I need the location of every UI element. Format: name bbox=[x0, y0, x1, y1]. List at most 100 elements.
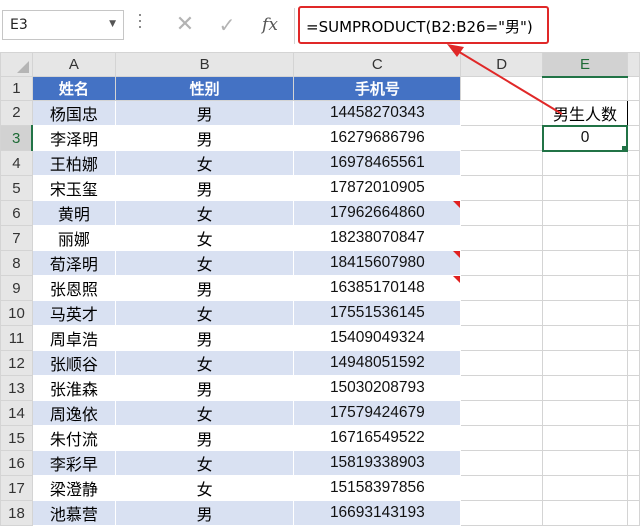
cell-d[interactable] bbox=[460, 500, 544, 526]
header-cell-phone[interactable]: 手机号 bbox=[293, 76, 462, 101]
cell-phone[interactable]: 15409049324 bbox=[293, 325, 462, 351]
summary-value-cell[interactable]: 0 bbox=[541, 124, 629, 152]
cell-overflow[interactable] bbox=[626, 76, 640, 101]
cell-d[interactable] bbox=[460, 150, 544, 176]
cell-name[interactable]: 朱付流 bbox=[31, 425, 116, 451]
cell-d[interactable] bbox=[460, 200, 544, 226]
cell-name[interactable]: 杨国忠 bbox=[31, 99, 116, 126]
column-header-a[interactable]: A bbox=[31, 52, 116, 77]
cell-name[interactable]: 荀泽明 bbox=[31, 250, 116, 276]
cell-gender[interactable]: 女 bbox=[114, 475, 295, 501]
cell-e[interactable] bbox=[542, 76, 628, 101]
cell-gender[interactable]: 女 bbox=[114, 250, 295, 276]
row-header-12[interactable]: 12 bbox=[0, 350, 33, 376]
cell-e[interactable] bbox=[542, 175, 628, 201]
comment-indicator-icon[interactable] bbox=[453, 251, 460, 258]
cell-name[interactable]: 池慕营 bbox=[31, 500, 116, 526]
cell-d[interactable] bbox=[460, 350, 544, 376]
cell-d[interactable] bbox=[460, 76, 544, 101]
row-header-17[interactable]: 17 bbox=[0, 475, 33, 501]
cell-d[interactable] bbox=[460, 400, 544, 426]
cell-overflow[interactable] bbox=[626, 125, 640, 151]
column-header-e[interactable]: E bbox=[542, 52, 628, 78]
cell-overflow[interactable] bbox=[626, 325, 640, 351]
cell-gender[interactable]: 男 bbox=[114, 500, 295, 526]
cell-phone[interactable]: 16978465561 bbox=[293, 150, 462, 176]
cell-d[interactable] bbox=[460, 325, 544, 351]
cell-name[interactable]: 李泽明 bbox=[31, 125, 116, 151]
cell-overflow[interactable] bbox=[626, 400, 640, 426]
cell-name[interactable]: 张恩照 bbox=[31, 275, 116, 301]
cell-overflow[interactable] bbox=[626, 500, 640, 526]
cell-phone[interactable]: 14458270343 bbox=[293, 99, 462, 126]
cell-overflow[interactable] bbox=[626, 450, 640, 476]
cell-name[interactable]: 马英才 bbox=[31, 300, 116, 326]
cell-phone[interactable]: 16279686796 bbox=[293, 125, 462, 151]
comment-indicator-icon[interactable] bbox=[453, 201, 460, 208]
cell-overflow[interactable] bbox=[626, 475, 640, 501]
header-cell-gender[interactable]: 性别 bbox=[114, 76, 295, 101]
row-header-16[interactable]: 16 bbox=[0, 450, 33, 476]
cell-e[interactable] bbox=[542, 425, 628, 451]
cell-e[interactable] bbox=[542, 200, 628, 226]
cell-d[interactable] bbox=[460, 475, 544, 501]
cell-name[interactable]: 王柏娜 bbox=[31, 150, 116, 176]
row-header-15[interactable]: 15 bbox=[0, 425, 33, 451]
select-all-corner[interactable] bbox=[0, 52, 33, 77]
column-header-d[interactable]: D bbox=[460, 52, 544, 77]
cell-phone[interactable]: 16693143193 bbox=[293, 500, 462, 526]
cell-phone[interactable]: 15819338903 bbox=[293, 450, 462, 476]
cancel-button[interactable]: ✕ bbox=[172, 12, 198, 38]
cell-phone[interactable]: 16716549522 bbox=[293, 425, 462, 451]
insert-function-button[interactable]: fx bbox=[257, 12, 283, 38]
drag-handle-icon[interactable] bbox=[138, 14, 142, 36]
cell-phone[interactable]: 18238070847 bbox=[293, 225, 462, 251]
cell-name[interactable]: 丽娜 bbox=[31, 225, 116, 251]
column-header-b[interactable]: B bbox=[114, 52, 295, 77]
cell-phone[interactable]: 18415607980 bbox=[293, 250, 462, 276]
cell-name[interactable]: 黄明 bbox=[31, 200, 116, 226]
chevron-down-icon[interactable]: ▼ bbox=[109, 19, 116, 29]
cell-gender[interactable]: 男 bbox=[114, 125, 295, 151]
cell-phone[interactable]: 17872010905 bbox=[293, 175, 462, 201]
row-header-10[interactable]: 10 bbox=[0, 300, 33, 326]
cell-e[interactable] bbox=[542, 450, 628, 476]
cell-d[interactable] bbox=[460, 450, 544, 476]
cell-d[interactable] bbox=[460, 225, 544, 251]
row-header-7[interactable]: 7 bbox=[0, 225, 33, 251]
row-header-13[interactable]: 13 bbox=[0, 375, 33, 401]
enter-button[interactable]: ✓ bbox=[214, 12, 240, 38]
cell-e[interactable] bbox=[542, 325, 628, 351]
row-header-9[interactable]: 9 bbox=[0, 275, 33, 301]
row-header-2[interactable]: 2 bbox=[0, 99, 33, 126]
cell-name[interactable]: 张淮森 bbox=[31, 375, 116, 401]
summary-label[interactable]: 男生人数 bbox=[542, 99, 628, 126]
column-header-c[interactable]: C bbox=[293, 52, 462, 77]
cell-overflow[interactable] bbox=[626, 99, 640, 126]
cell-name[interactable]: 梁澄静 bbox=[31, 475, 116, 501]
cell-gender[interactable]: 女 bbox=[114, 350, 295, 376]
cell-e[interactable] bbox=[542, 225, 628, 251]
row-header-14[interactable]: 14 bbox=[0, 400, 33, 426]
cell-e[interactable] bbox=[542, 500, 628, 526]
cell-overflow[interactable] bbox=[626, 150, 640, 176]
cell-overflow[interactable] bbox=[626, 350, 640, 376]
cell-e[interactable] bbox=[542, 350, 628, 376]
cell-e[interactable] bbox=[542, 400, 628, 426]
row-header-18[interactable]: 18 bbox=[0, 500, 33, 526]
cell-name[interactable]: 张顺谷 bbox=[31, 350, 116, 376]
row-header-3[interactable]: 3 bbox=[0, 125, 34, 151]
cell-d[interactable] bbox=[460, 99, 544, 126]
row-header-6[interactable]: 6 bbox=[0, 200, 33, 226]
cell-phone[interactable]: 15158397856 bbox=[293, 475, 462, 501]
cell-d[interactable] bbox=[460, 175, 544, 201]
cell-e[interactable] bbox=[542, 250, 628, 276]
cell-overflow[interactable] bbox=[626, 200, 640, 226]
formula-input[interactable]: =SUMPRODUCT(B2:B26="男") bbox=[298, 6, 549, 44]
cell-gender[interactable]: 男 bbox=[114, 325, 295, 351]
cell-gender[interactable]: 女 bbox=[114, 150, 295, 176]
cell-d[interactable] bbox=[460, 250, 544, 276]
cell-d[interactable] bbox=[460, 300, 544, 326]
cell-overflow[interactable] bbox=[626, 175, 640, 201]
cell-e[interactable] bbox=[542, 300, 628, 326]
